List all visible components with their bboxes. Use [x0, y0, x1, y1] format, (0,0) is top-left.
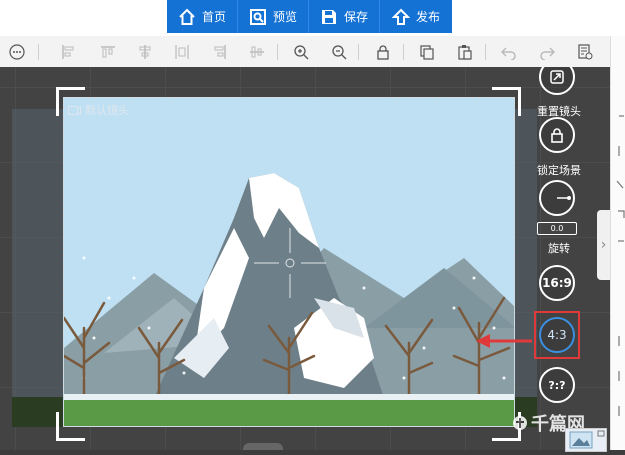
- align-right-icon: [214, 45, 226, 59]
- bottom-drawer-tab[interactable]: [243, 443, 283, 450]
- canvas-stage[interactable]: 默认镜头 重置镜头 锁定场景 0.0 旋转 16:9 4:3 ?:?: [0, 67, 610, 450]
- distribute-icon: [175, 45, 189, 59]
- rotate-dial[interactable]: [539, 180, 575, 216]
- camera-controls: 重置镜头 锁定场景 0.0 旋转 16:9 4:3 ?:?: [528, 67, 588, 450]
- nav-publish-label: 发布: [415, 10, 440, 24]
- thumbnail-image-icon: [569, 430, 605, 449]
- top-bar: 首页 预览 保存 发布: [0, 0, 625, 36]
- ratio-custom-button[interactable]: ?:?: [539, 367, 575, 403]
- more-button[interactable]: [7, 42, 27, 62]
- winter-scene-illustration: [64, 98, 514, 426]
- copy-icon: [420, 45, 434, 60]
- paste-button[interactable]: [455, 42, 475, 62]
- redo-button[interactable]: [537, 42, 557, 62]
- watermark-icon: [513, 416, 527, 430]
- align-top-button[interactable]: [98, 42, 118, 62]
- lock-scene-button[interactable]: [539, 117, 575, 153]
- lock-scene-label: 锁定场景: [537, 164, 581, 177]
- nav-home-button[interactable]: 首页: [167, 0, 237, 33]
- reset-camera-icon: [550, 70, 564, 84]
- nav-save-label: 保存: [343, 10, 368, 24]
- nav-preview-label: 预览: [272, 10, 297, 24]
- chevron-right-icon: ›: [600, 237, 607, 253]
- preview-icon: [249, 8, 266, 25]
- panel-collapse-tab[interactable]: ›: [597, 210, 610, 280]
- align-middle-button[interactable]: [247, 42, 267, 62]
- zoom-in-icon: [294, 45, 309, 60]
- distribute-button[interactable]: [172, 42, 192, 62]
- more-icon: [9, 44, 25, 60]
- undo-button[interactable]: [499, 42, 519, 62]
- main-nav: 首页 预览 保存 发布: [167, 0, 452, 33]
- lock-icon: [377, 45, 389, 60]
- home-icon: [179, 8, 195, 25]
- ratio-4-3-highlight: [534, 311, 580, 359]
- align-right-button[interactable]: [210, 42, 230, 62]
- pointer-arrow: [476, 334, 532, 348]
- settings-doc-button[interactable]: [575, 42, 595, 62]
- zoom-out-button[interactable]: [329, 42, 349, 62]
- document-settings-icon: [578, 44, 593, 60]
- rotate-value[interactable]: 0.0: [537, 222, 577, 235]
- save-icon: [321, 9, 336, 24]
- frame-corner-top-right: [492, 87, 521, 116]
- undo-icon: [501, 47, 516, 60]
- lock-button[interactable]: [373, 42, 393, 62]
- editor-toolbar: [0, 36, 625, 68]
- rotate-label: 旋转: [548, 242, 570, 255]
- right-side-panel: [610, 36, 625, 450]
- align-left-button[interactable]: [58, 42, 78, 62]
- zoom-in-button[interactable]: [291, 42, 311, 62]
- side-panel-icons: [616, 115, 625, 416]
- camera-frame[interactable]: [63, 97, 515, 427]
- rotate-dial-icon: [557, 196, 571, 200]
- align-top-icon: [101, 46, 115, 58]
- align-middle-icon: [250, 46, 264, 58]
- zoom-out-icon: [332, 45, 347, 60]
- nav-save-button[interactable]: 保存: [309, 0, 379, 33]
- align-center-button[interactable]: [135, 42, 155, 62]
- copy-button[interactable]: [417, 42, 437, 62]
- scene-thumbnail[interactable]: [565, 428, 607, 452]
- lock-icon: [551, 128, 563, 143]
- align-center-icon: [139, 45, 151, 59]
- paste-icon: [458, 45, 472, 60]
- publish-icon: [391, 8, 410, 25]
- redo-icon: [540, 47, 555, 60]
- frame-corner-top-left: [56, 87, 85, 116]
- reset-camera-button[interactable]: [539, 67, 575, 95]
- nav-publish-button[interactable]: 发布: [380, 0, 452, 33]
- ratio-16-9-button[interactable]: 16:9: [539, 265, 575, 301]
- frame-corner-bottom-left: [56, 412, 85, 441]
- nav-home-label: 首页: [201, 10, 226, 24]
- nav-preview-button[interactable]: 预览: [238, 0, 308, 33]
- align-left-icon: [62, 45, 74, 59]
